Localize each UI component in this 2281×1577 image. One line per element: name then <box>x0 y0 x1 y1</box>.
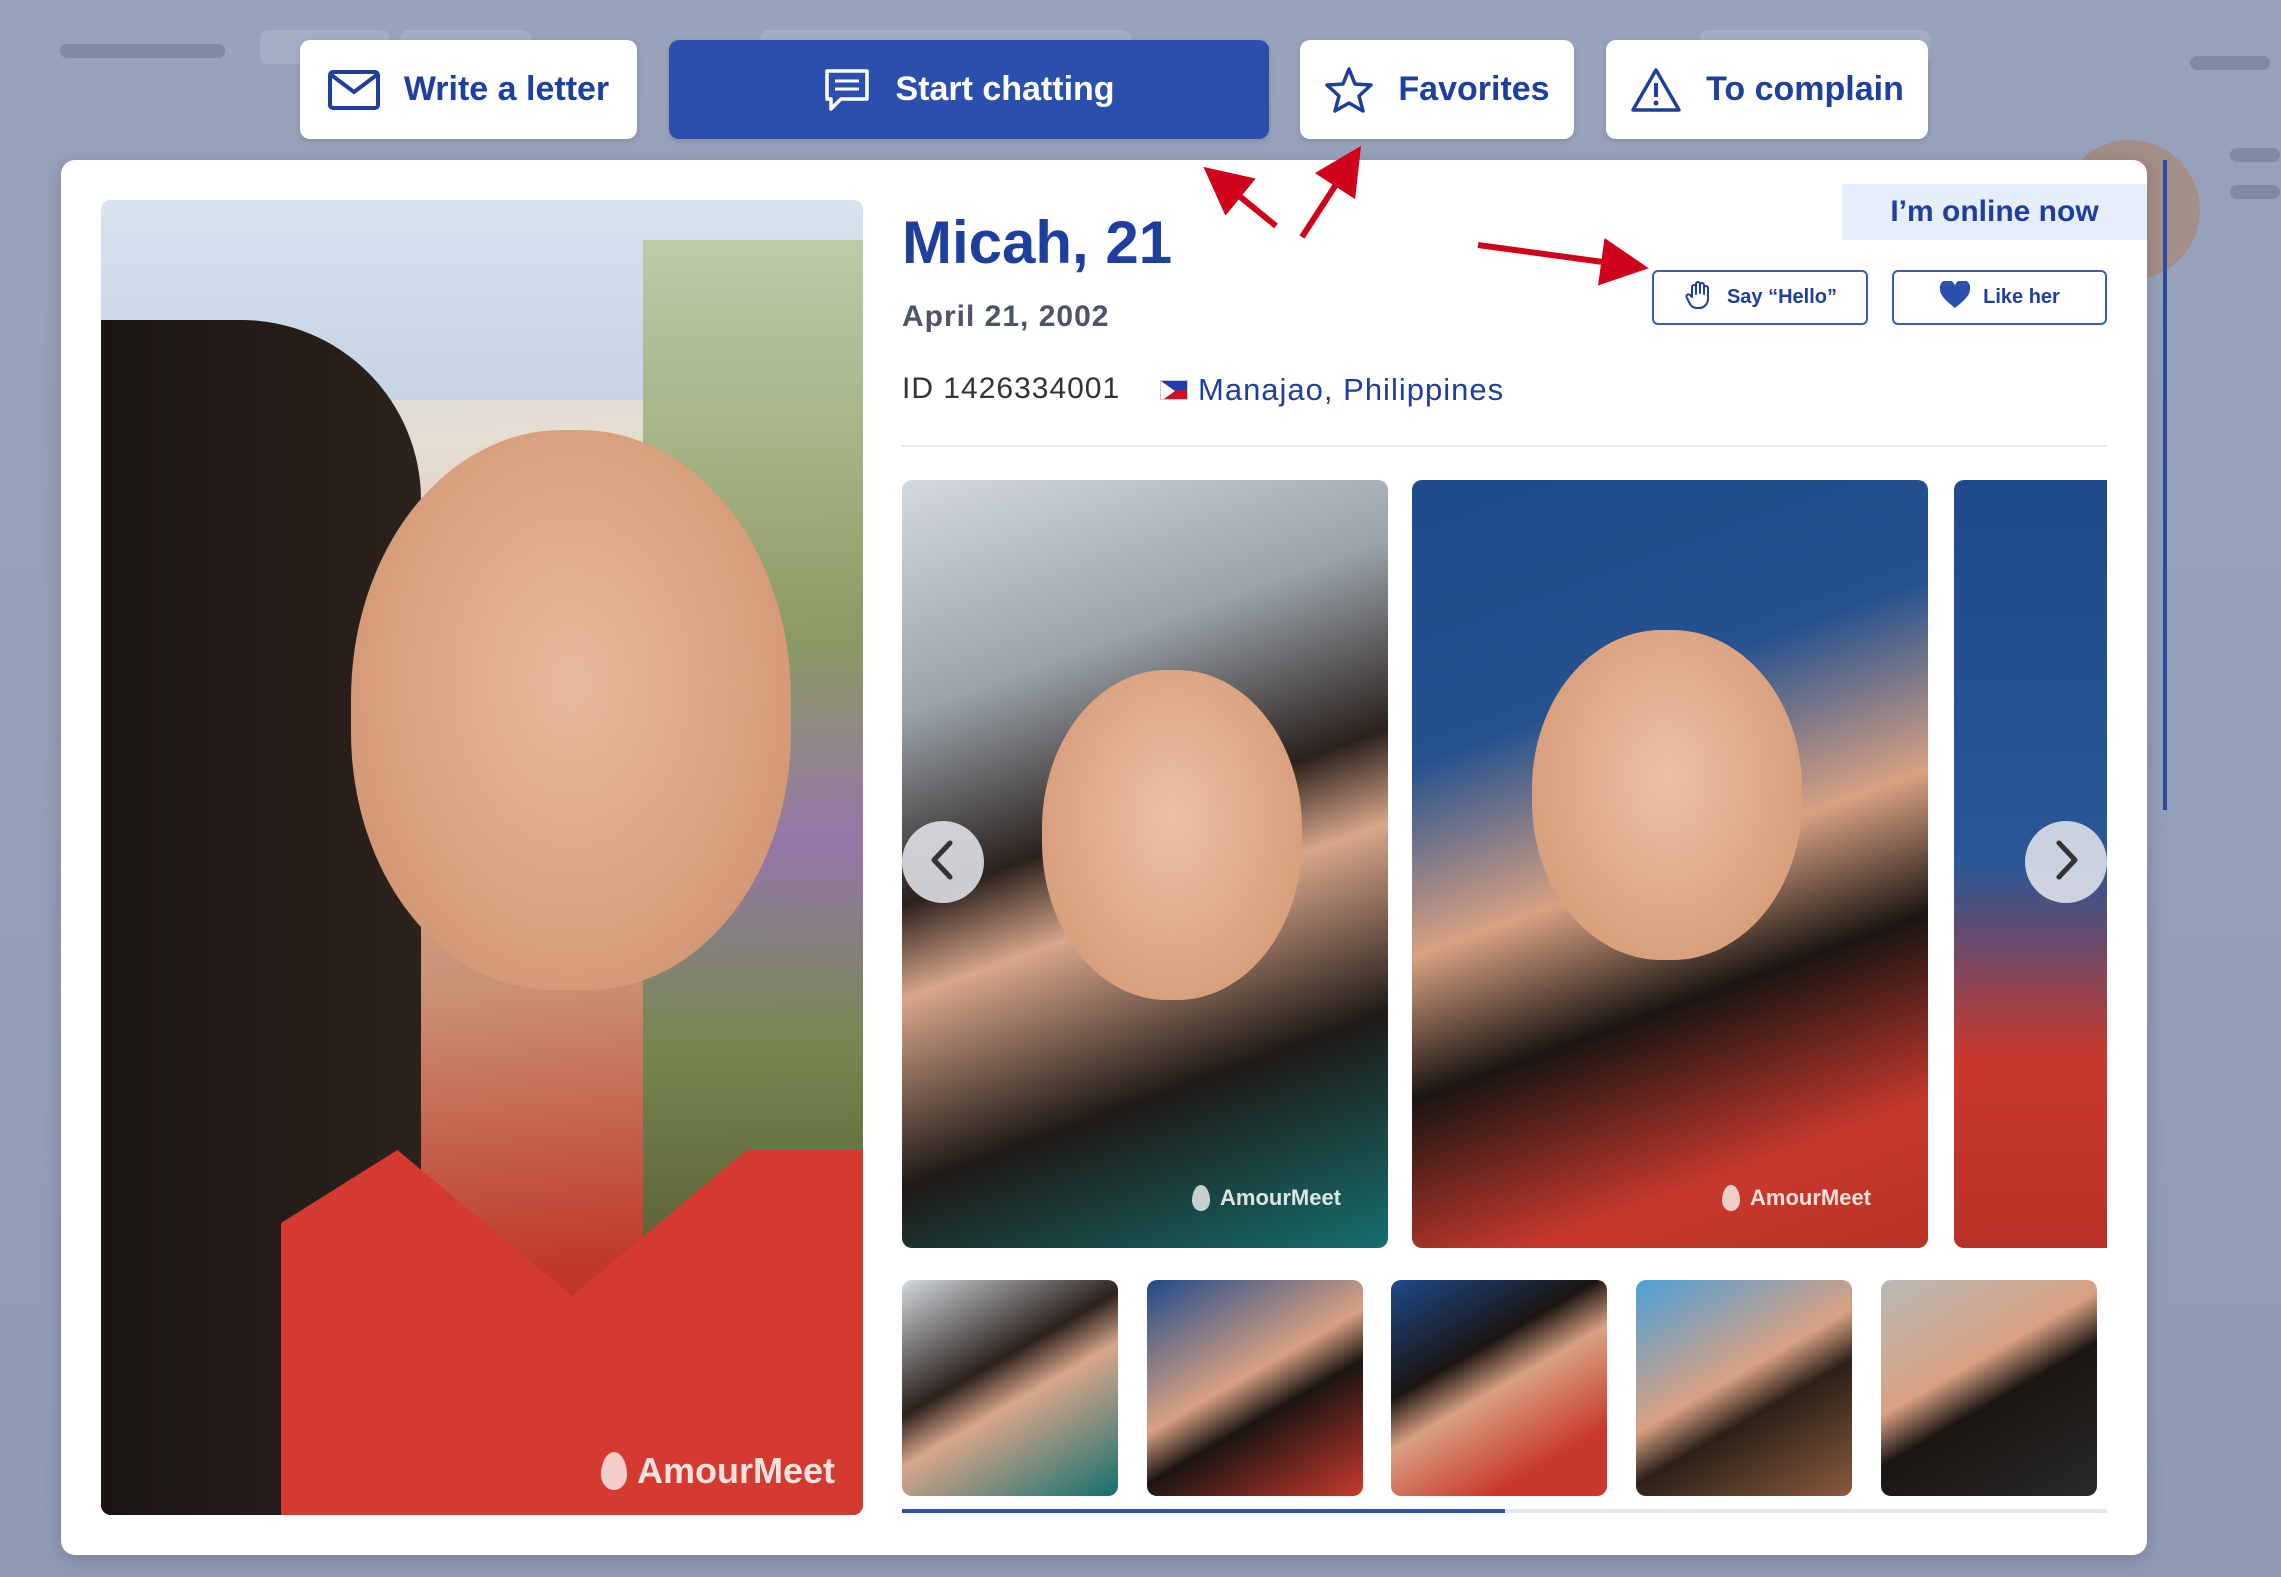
gallery-prev-button[interactable] <box>902 821 984 903</box>
write-letter-label: Write a letter <box>403 70 610 108</box>
gallery-thumbnail[interactable] <box>902 1280 1118 1496</box>
photo-watermark: AmourMeet <box>1722 1185 1871 1211</box>
favorites-label: Favorites <box>1398 70 1550 108</box>
philippines-flag-icon <box>1160 380 1188 400</box>
online-status-badge: I’m online now <box>1842 184 2147 240</box>
location-label: Manajao, Philippines <box>1198 372 1505 407</box>
photo-watermark: AmourMeet <box>1192 1185 1341 1211</box>
complain-label: To complain <box>1706 70 1904 108</box>
heart-icon <box>1939 279 1971 315</box>
gallery-thumbnail[interactable] <box>1636 1280 1852 1496</box>
background-scrollbar <box>2163 160 2167 810</box>
photo-watermark: AmourMeet <box>601 1450 835 1492</box>
start-chatting-button[interactable]: Start chatting <box>669 40 1269 139</box>
header-divider <box>902 445 2107 447</box>
photo-face <box>351 430 791 990</box>
like-label: Like her <box>1983 286 2060 308</box>
gallery-scroll-track[interactable] <box>902 1509 2107 1513</box>
complain-button[interactable]: To complain <box>1606 40 1928 139</box>
gallery-thumbnail[interactable] <box>1391 1280 1607 1496</box>
profile-location: Manajao, Philippines <box>1160 372 1504 408</box>
background-label <box>2190 56 2270 70</box>
chevron-right-icon <box>2051 839 2081 886</box>
chat-bubble-icon <box>823 67 871 113</box>
wave-hand-icon <box>1683 279 1715 317</box>
favorites-button[interactable]: Favorites <box>1300 40 1574 139</box>
profile-name: Micah, 21 <box>902 209 1173 276</box>
flame-logo-icon <box>1722 1185 1740 1211</box>
profile-id: ID 1426334001 <box>902 372 1121 405</box>
background-label <box>2230 185 2280 199</box>
like-button[interactable]: Like her <box>1892 270 2107 325</box>
gallery-thumbnail[interactable] <box>1881 1280 2097 1496</box>
photo-face <box>1042 670 1302 1000</box>
warning-icon <box>1630 67 1682 113</box>
gallery-scroll-thumb[interactable] <box>902 1509 1505 1513</box>
photo-face <box>1532 630 1802 960</box>
chevron-left-icon <box>928 839 958 886</box>
flame-logo-icon <box>1192 1185 1210 1211</box>
gallery-thumbnail[interactable] <box>1147 1280 1363 1496</box>
flame-logo-icon <box>601 1452 627 1490</box>
say-hello-button[interactable]: Say “Hello” <box>1652 270 1868 325</box>
gallery-photo[interactable]: AmourMeet <box>1412 480 1928 1248</box>
background-filter-label <box>60 44 225 58</box>
main-profile-photo[interactable]: AmourMeet <box>101 200 863 1515</box>
envelope-icon <box>327 69 380 110</box>
profile-birth-date: April 21, 2002 <box>902 300 1110 333</box>
write-letter-button[interactable]: Write a letter <box>300 40 637 139</box>
say-hello-label: Say “Hello” <box>1726 286 1838 308</box>
star-icon <box>1324 66 1374 114</box>
gallery-next-button[interactable] <box>2025 821 2107 903</box>
start-chatting-label: Start chatting <box>895 70 1115 108</box>
profile-card: AmourMeet Micah, 21 April 21, 2002 ID 14… <box>61 160 2147 1555</box>
background-label <box>2230 148 2280 162</box>
